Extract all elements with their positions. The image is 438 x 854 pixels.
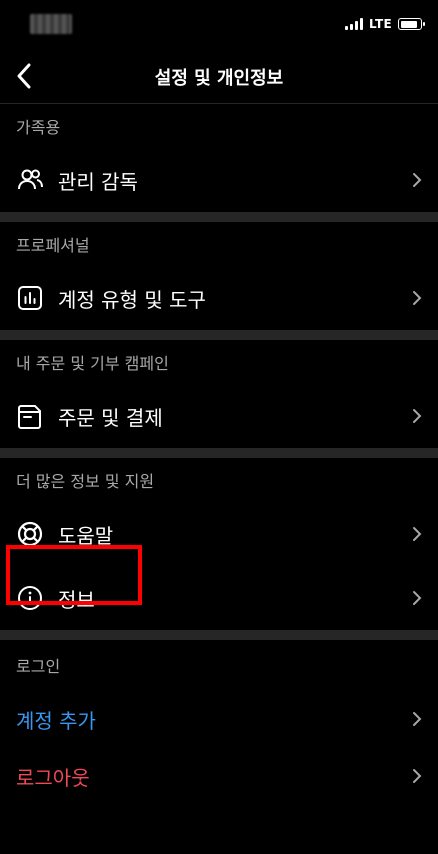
settings-list: 가족용 관리 감독 프로페셔널 계정 유형 및 도구 내 주문 및 기부 캠페인… xyxy=(0,104,438,804)
section-divider xyxy=(0,212,438,222)
chevron-right-icon xyxy=(410,524,424,544)
battery-icon xyxy=(398,18,425,30)
section-divider xyxy=(0,630,438,640)
chevron-right-icon xyxy=(410,709,424,729)
battery-level xyxy=(400,20,417,28)
signal-icon xyxy=(345,18,364,30)
menu-item-label: 계정 유형 및 도구 xyxy=(58,287,206,312)
menu-item-label: 관리 감독 xyxy=(58,169,138,194)
orders-icon xyxy=(16,402,44,430)
logout-label: 로그아웃 xyxy=(16,765,90,790)
network-label: LTE xyxy=(369,17,392,31)
page-title: 설정 및 개인정보 xyxy=(154,68,284,89)
menu-item-account-type-tools[interactable]: 계정 유형 및 도구 xyxy=(0,266,438,330)
section-divider xyxy=(0,448,438,458)
status-bar: LTE xyxy=(0,0,438,48)
status-indicators: LTE xyxy=(345,16,425,32)
chevron-right-icon xyxy=(410,170,424,190)
chevron-right-icon xyxy=(410,288,424,308)
section-header-orders: 내 주문 및 기부 캠페인 xyxy=(16,354,169,373)
navigation-bar: 설정 및 개인정보 xyxy=(0,48,438,104)
section-header-login: 로그인 xyxy=(16,657,61,676)
logout-button[interactable]: 로그아웃 xyxy=(0,748,438,804)
bar-chart-icon xyxy=(16,284,44,312)
add-account-button[interactable]: 계정 추가 xyxy=(0,690,438,748)
highlight-box xyxy=(6,545,142,605)
section-header-more-info-support: 더 많은 정보 및 지원 xyxy=(16,472,155,491)
lifebuoy-icon xyxy=(16,520,44,548)
section-divider xyxy=(0,330,438,340)
menu-item-supervision[interactable]: 관리 감독 xyxy=(0,148,438,212)
chevron-right-icon xyxy=(410,406,424,426)
menu-item-orders-payments[interactable]: 주문 및 결제 xyxy=(0,384,438,448)
menu-item-label: 주문 및 결제 xyxy=(58,405,163,430)
status-time-blurred xyxy=(30,14,72,34)
supervision-users-icon xyxy=(16,166,44,194)
chevron-right-icon xyxy=(410,766,424,786)
chevron-right-icon xyxy=(410,588,424,608)
add-account-label: 계정 추가 xyxy=(16,708,96,733)
section-header-family: 가족용 xyxy=(16,118,61,137)
section-header-professional: 프로페셔널 xyxy=(16,236,90,255)
